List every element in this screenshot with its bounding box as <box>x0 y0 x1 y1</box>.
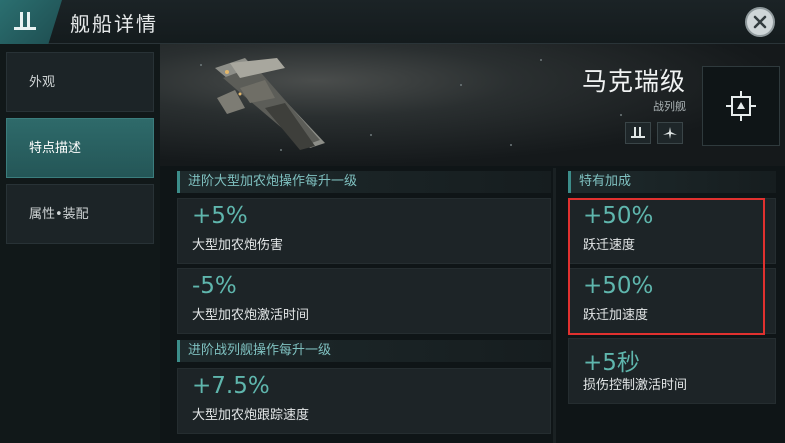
stat-label: 大型加农炮跟踪速度 <box>192 408 310 423</box>
close-icon <box>753 15 767 29</box>
section-header-battleship: 进阶战列舰操作每升一级 <box>177 340 551 362</box>
aircraft-button[interactable] <box>657 122 683 144</box>
aircraft-icon <box>663 127 677 139</box>
ship-image <box>215 58 325 150</box>
title-bar: 舰船详情 <box>0 0 785 44</box>
stat-card: +5秒 损伤控制激活时间 <box>568 338 776 404</box>
page-title: 舰船详情 <box>70 12 158 36</box>
stat-value: +5秒 <box>583 350 640 376</box>
battleship-badge <box>0 0 62 44</box>
sidebar-item-label: 属性•装配 <box>29 207 89 222</box>
stat-label: 大型加农炮激活时间 <box>192 308 310 323</box>
ship-banner: 马克瑞级 战列舰 <box>160 44 785 166</box>
close-button[interactable] <box>745 7 775 37</box>
stat-label: 大型加农炮伤害 <box>192 238 284 253</box>
section-header-large-cannon: 进阶大型加农炮操作每升一级 <box>177 171 551 193</box>
battleship-class-icon <box>14 12 36 30</box>
stat-value: +7.5% <box>192 373 270 399</box>
sidebar-item-label: 特点描述 <box>29 141 82 156</box>
ship-class: 战列舰 <box>653 100 686 113</box>
sidebar-item-appearance[interactable]: 外观 <box>6 52 154 112</box>
battleship-class-button[interactable] <box>625 122 651 144</box>
section-header-special: 特有加成 <box>568 171 776 193</box>
ship-name: 马克瑞级 <box>581 67 686 96</box>
scrollbar[interactable] <box>553 168 556 443</box>
sidebar: 外观 特点描述 属性•装配 <box>0 44 160 443</box>
stat-card: -5% 大型加农炮激活时间 <box>177 268 551 334</box>
module-slot-icon <box>726 91 756 121</box>
sidebar-item-label: 外观 <box>29 75 56 90</box>
stat-value: -5% <box>192 273 237 299</box>
battleship-class-icon <box>631 127 645 138</box>
highlight-box <box>568 198 765 335</box>
stat-label: 损伤控制激活时间 <box>583 378 688 393</box>
stat-card: +5% 大型加农炮伤害 <box>177 198 551 264</box>
module-slot[interactable] <box>702 66 780 146</box>
stat-value: +5% <box>192 203 248 229</box>
stat-card: +7.5% 大型加农炮跟踪速度 <box>177 368 551 434</box>
sidebar-item-features[interactable]: 特点描述 <box>6 118 154 178</box>
sidebar-item-attributes[interactable]: 属性•装配 <box>6 184 154 244</box>
